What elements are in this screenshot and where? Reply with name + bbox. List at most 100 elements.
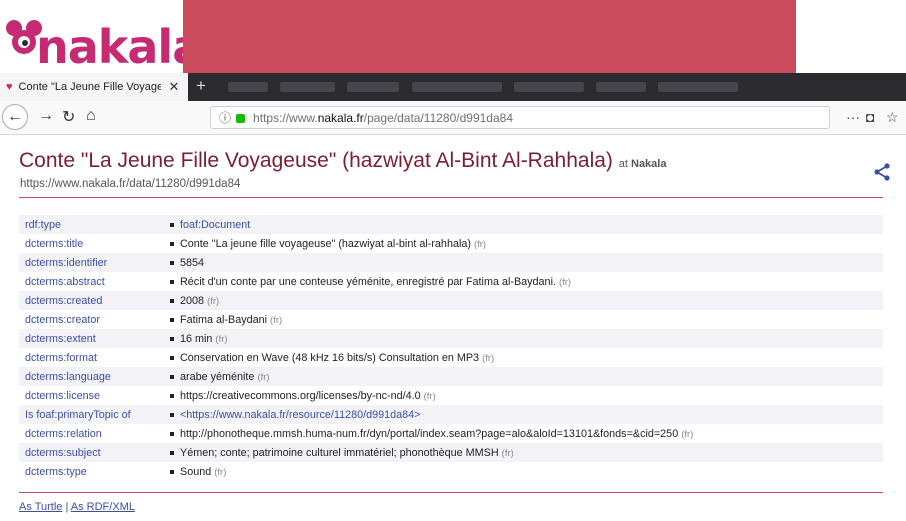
property-predicate[interactable]: dcterms:created xyxy=(19,291,164,310)
resource-uri: https://www.nakala.fr/data/11280/d991da8… xyxy=(20,178,241,190)
table-row: dcterms:abstract Récit d'un conte par une… xyxy=(19,272,883,291)
property-value[interactable]: foaf:Document xyxy=(180,219,250,231)
property-predicate[interactable]: dcterms:license xyxy=(19,386,164,405)
back-icon[interactable]: ← xyxy=(2,104,28,130)
share-icon[interactable] xyxy=(873,163,891,181)
property-value: arabe yéménite xyxy=(180,370,255,383)
language-tag: (fr) xyxy=(270,314,283,326)
info-icon[interactable]: ⓘ xyxy=(219,109,231,126)
property-value[interactable]: <https://www.nakala.fr/resource/11280/d9… xyxy=(180,409,421,421)
url-path: /page/data/11280/d991da84 xyxy=(363,110,513,125)
as-rdfxml-link[interactable]: As RDF/XML xyxy=(71,501,135,513)
star-icon[interactable]: ☆ xyxy=(886,109,899,126)
more-icon[interactable]: ··· xyxy=(846,109,860,125)
reload-icon[interactable]: ↻ xyxy=(62,107,75,127)
property-value: 16 min xyxy=(180,332,213,345)
property-value: 2008 xyxy=(180,294,205,307)
nakala-logo[interactable]: nakala xyxy=(0,0,203,74)
favicon-icon: ♥ xyxy=(6,81,13,93)
bullet-icon xyxy=(170,336,174,341)
property-predicate[interactable]: rdf:type xyxy=(19,215,164,234)
page-content: Conte "La Jeune Fille Voyageuse" (hazwiy… xyxy=(0,135,906,521)
browser-tab-bar: ♥ Conte "La Jeune Fille Voyageuse" (haz … xyxy=(0,73,906,101)
property-value-cell: Fatima al-Baydani (fr) xyxy=(164,310,883,329)
banner-strip xyxy=(183,0,796,73)
property-predicate[interactable]: dcterms:creator xyxy=(19,310,164,329)
property-predicate[interactable]: Is foaf:primaryTopic of xyxy=(19,405,164,424)
property-value-cell: 2008 (fr) xyxy=(164,291,883,310)
bullet-icon xyxy=(170,241,174,246)
lock-icon[interactable] xyxy=(236,114,246,123)
blurred-tab[interactable] xyxy=(280,82,335,92)
property-predicate[interactable]: dcterms:extent xyxy=(19,329,164,348)
property-value: Yémen; conte; patrimoine culturel immaté… xyxy=(180,446,499,459)
page-title: Conte "La Jeune Fille Voyageuse" (hazwiy… xyxy=(19,149,666,173)
property-value-cell: Yémen; conte; patrimoine culturel immaté… xyxy=(164,443,883,462)
close-icon[interactable]: ✕ xyxy=(169,79,180,95)
table-row: rdf:type foaf:Document xyxy=(19,215,883,234)
bullet-icon xyxy=(170,222,174,227)
property-value-cell: Conservation en Wave (48 kHz 16 bits/s) … xyxy=(164,348,883,367)
logo-text: nakala xyxy=(36,20,203,74)
property-value: Fatima al-Baydani xyxy=(180,313,268,326)
property-value-cell: https://creativecommons.org/licenses/by-… xyxy=(164,386,883,405)
footer-separator: | xyxy=(65,501,69,513)
property-value-cell: 5854 xyxy=(164,253,883,272)
property-value-cell: 16 min (fr) xyxy=(164,329,883,348)
table-row: dcterms:type Sound (fr) xyxy=(19,462,883,481)
bullet-icon xyxy=(170,469,174,474)
property-predicate[interactable]: dcterms:subject xyxy=(19,443,164,462)
blurred-tab[interactable] xyxy=(412,82,502,92)
property-predicate[interactable]: dcterms:type xyxy=(19,462,164,481)
bullet-icon xyxy=(170,355,174,360)
language-tag: (fr) xyxy=(558,276,572,288)
table-row: dcterms:title Conte "La jeune fille voyag… xyxy=(19,234,883,253)
property-predicate[interactable]: dcterms:abstract xyxy=(19,272,164,291)
language-tag: (fr) xyxy=(473,238,487,250)
browser-tab[interactable]: ♥ Conte "La Jeune Fille Voyageuse" (haz … xyxy=(0,73,188,101)
property-value: Conservation en Wave (48 kHz 16 bits/s) … xyxy=(180,351,480,364)
table-row: dcterms:license https://creativecommons.o… xyxy=(19,386,883,405)
property-value: Conte "La jeune fille voyageuse" (hazwiy… xyxy=(180,237,471,250)
property-value: https://creativecommons.org/licenses/by-… xyxy=(180,389,421,402)
property-predicate[interactable]: dcterms:relation xyxy=(19,424,164,443)
bullet-icon xyxy=(170,393,174,398)
home-icon[interactable]: ⌂ xyxy=(86,107,96,125)
browser-toolbar: ← → ↻ ⌂ ⓘ https://www. nakala.fr/page/dat… xyxy=(0,101,906,135)
bullet-icon xyxy=(170,412,174,417)
blurred-tab[interactable] xyxy=(658,82,738,92)
bullet-icon xyxy=(170,374,174,379)
resource-title: Conte "La Jeune Fille Voyageuse" (hazwiy… xyxy=(19,149,613,172)
language-tag: (fr) xyxy=(257,371,270,383)
blurred-tab[interactable] xyxy=(514,82,584,92)
property-predicate[interactable]: dcterms:title xyxy=(19,234,164,253)
url-host: nakala.fr xyxy=(317,110,364,125)
table-row: dcterms:created 2008 (fr) xyxy=(19,291,883,310)
blurred-tab[interactable] xyxy=(347,82,399,92)
property-value: Récit d'un conte par une conteuse yéméni… xyxy=(180,275,556,288)
address-bar[interactable]: ⓘ https://www. nakala.fr/page/data/11280/… xyxy=(210,106,830,129)
property-value-cell: Conte "La jeune fille voyageuse" (hazwiy… xyxy=(164,234,883,253)
table-row: dcterms:subject Yémen; conte; patrimoine … xyxy=(19,443,883,462)
table-row: dcterms:creator Fatima al-Baydani (fr) xyxy=(19,310,883,329)
properties-table: rdf:type foaf:Document dcterms:title Conte … xyxy=(19,215,883,481)
bullet-icon xyxy=(170,279,174,284)
table-row: dcterms:format Conservation en Wave (48 k… xyxy=(19,348,883,367)
language-tag: (fr) xyxy=(423,390,436,402)
property-value-cell: <https://www.nakala.fr/resource/11280/d9… xyxy=(164,405,883,424)
new-tab-button[interactable]: + xyxy=(196,76,206,96)
language-tag: (fr) xyxy=(207,295,220,307)
as-turtle-link[interactable]: As Turtle xyxy=(19,501,62,513)
property-predicate[interactable]: dcterms:identifier xyxy=(19,253,164,272)
forward-icon[interactable]: → xyxy=(38,107,54,125)
bullet-icon xyxy=(170,298,174,303)
property-predicate[interactable]: dcterms:format xyxy=(19,348,164,367)
bullet-icon xyxy=(170,450,174,455)
blurred-tab[interactable] xyxy=(228,82,268,92)
pocket-icon[interactable]: ◘ xyxy=(866,109,874,125)
property-predicate[interactable]: dcterms:language xyxy=(19,367,164,386)
property-value-cell: Récit d'un conte par une conteuse yéméni… xyxy=(164,272,883,291)
language-tag: (fr) xyxy=(681,428,694,440)
blurred-tab[interactable] xyxy=(596,82,646,92)
property-value-cell: http://phonotheque.mmsh.huma-num.fr/dyn/… xyxy=(164,424,883,443)
